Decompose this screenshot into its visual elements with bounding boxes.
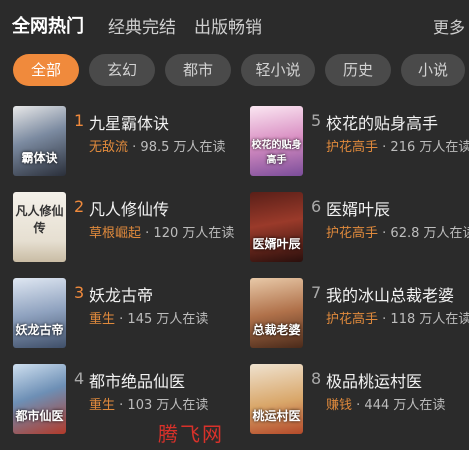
watermark-text: 腾飞网 (158, 422, 224, 446)
book-tag: 草根崛起 (89, 226, 142, 241)
filter-chip-all[interactable]: 全部 (13, 54, 79, 86)
cover-title: 凡人修仙传 (15, 204, 64, 235)
book-tag: 护花高手 (326, 226, 379, 241)
book-item[interactable]: 校花的贴身高手 5 校花的贴身高手 护花高手 · 216 万人在读 (250, 106, 469, 178)
cover-title: 霸体诀 (21, 151, 58, 165)
more-link[interactable]: 更多 (433, 14, 465, 38)
top-tab-bar: 全网热门 经典完结 出版畅销 更多 (0, 0, 469, 50)
rank-number: 4 (74, 369, 85, 388)
meta-separator: · (128, 140, 141, 155)
meta-separator: · (378, 226, 391, 241)
book-cover: 都市仙医 (13, 364, 66, 434)
book-cover: 医婿叶辰 (250, 192, 303, 262)
book-meta: 重生 · 145 万人在读 (89, 308, 208, 327)
rank-number: 1 (74, 111, 85, 130)
tab-hot[interactable]: 全网热门 (12, 12, 84, 38)
cover-title: 医婿叶辰 (252, 237, 301, 251)
reader-count: 98.5 万人在读 (140, 140, 226, 155)
cover-title: 都市仙医 (15, 409, 64, 423)
book-tag: 赚钱 (326, 398, 353, 413)
rank-number: 8 (311, 369, 322, 388)
book-cover: 凡人修仙传 (13, 192, 66, 262)
book-meta: 护花高手 · 62.8 万人在读 (326, 222, 469, 241)
book-meta: 重生 · 103 万人在读 (89, 394, 208, 413)
book-title: 我的冰山总裁老婆 (326, 286, 455, 305)
rank-number: 2 (74, 197, 85, 216)
book-tag: 护花高手 (326, 312, 379, 327)
book-meta: 赚钱 · 444 万人在读 (326, 394, 445, 413)
cover-title: 校花的贴身高手 (251, 140, 302, 166)
reader-count: 216 万人在读 (390, 140, 469, 155)
tab-published-bestseller[interactable]: 出版畅销 (194, 13, 262, 38)
meta-separator: · (378, 140, 391, 155)
reader-count: 103 万人在读 (127, 398, 209, 413)
book-title: 九星霸体诀 (89, 114, 170, 133)
book-item[interactable]: 妖龙古帝 3 妖龙古帝 重生 · 145 万人在读 (13, 278, 243, 350)
book-item[interactable]: 医婿叶辰 6 医婿叶辰 护花高手 · 62.8 万人在读 (250, 192, 469, 264)
book-item[interactable]: 凡人修仙传 2 凡人修仙传 草根崛起 · 120 万人在读 (13, 192, 243, 264)
book-title: 都市绝品仙医 (89, 372, 186, 391)
meta-separator: · (352, 398, 365, 413)
filter-chip-fantasy[interactable]: 玄幻 (89, 54, 155, 86)
cover-title: 妖龙古帝 (15, 323, 64, 337)
category-filter-bar: 全部 玄幻 都市 轻小说 历史 小说 (0, 54, 469, 88)
book-title: 医婿叶辰 (326, 200, 391, 219)
tab-classic-finished[interactable]: 经典完结 (108, 13, 176, 38)
reader-count: 145 万人在读 (127, 312, 209, 327)
book-cover: 校花的贴身高手 (250, 106, 303, 176)
filter-chip-urban[interactable]: 都市 (165, 54, 231, 86)
rank-number: 6 (311, 197, 322, 216)
book-meta: 护花高手 · 118 万人在读 (326, 308, 469, 327)
book-cover: 妖龙古帝 (13, 278, 66, 348)
reader-count: 62.8 万人在读 (390, 226, 469, 241)
filter-chip-history[interactable]: 历史 (325, 54, 391, 86)
book-tag: 无敌流 (89, 140, 129, 155)
rank-number: 5 (311, 111, 322, 130)
book-item[interactable]: 霸体诀 1 九星霸体诀 无敌流 · 98.5 万人在读 (13, 106, 243, 178)
book-tag: 重生 (89, 312, 116, 327)
meta-separator: · (115, 398, 128, 413)
book-tag: 重生 (89, 398, 116, 413)
book-tag: 护花高手 (326, 140, 379, 155)
book-meta: 草根崛起 · 120 万人在读 (89, 222, 234, 241)
meta-separator: · (115, 312, 128, 327)
reader-count: 444 万人在读 (364, 398, 446, 413)
book-item[interactable]: 总裁老婆 7 我的冰山总裁老婆 护花高手 · 118 万人在读 (250, 278, 469, 350)
meta-separator: · (378, 312, 391, 327)
book-item[interactable]: 桃运村医 8 极品桃运村医 赚钱 · 444 万人在读 (250, 364, 469, 436)
rank-number: 3 (74, 283, 85, 302)
book-cover: 总裁老婆 (250, 278, 303, 348)
cover-title: 桃运村医 (252, 409, 301, 423)
book-title: 校花的贴身高手 (326, 114, 439, 133)
book-meta: 护花高手 · 216 万人在读 (326, 136, 469, 155)
cover-title: 总裁老婆 (252, 323, 301, 337)
book-title: 极品桃运村医 (326, 372, 423, 391)
reader-count: 118 万人在读 (390, 312, 469, 327)
book-title: 妖龙古帝 (89, 286, 154, 305)
book-meta: 无敌流 · 98.5 万人在读 (89, 136, 226, 155)
book-title: 凡人修仙传 (89, 200, 170, 219)
reader-count: 120 万人在读 (153, 226, 235, 241)
meta-separator: · (141, 226, 154, 241)
filter-chip-light-novel[interactable]: 轻小说 (241, 54, 315, 86)
rank-number: 7 (311, 283, 322, 302)
filter-chip-novel[interactable]: 小说 (401, 54, 465, 86)
book-cover: 桃运村医 (250, 364, 303, 434)
book-cover: 霸体诀 (13, 106, 66, 176)
